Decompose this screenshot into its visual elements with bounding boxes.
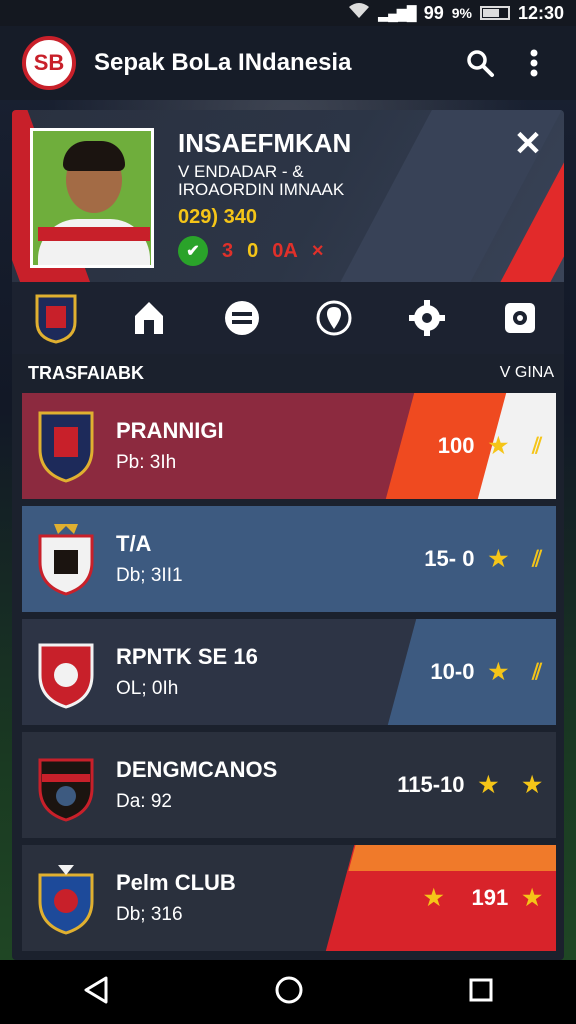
club-crest-icon [38,411,94,483]
club-crest-icon [38,758,94,822]
club-score: 10-0 [430,659,475,684]
crest-icon [35,294,77,344]
player-stats: ✔ 3 0 0A × [178,236,324,266]
action-icon-row [12,282,564,354]
star-icon: ★ [488,546,509,571]
list-tab[interactable] [216,292,268,344]
club-score: 191 [471,885,509,910]
boost-icon: ⫽ [532,659,542,684]
home-circle-icon [275,976,303,1003]
stat-yellow: 0 [247,239,259,262]
more-vert-icon [530,49,538,77]
overflow-menu-button[interactable] [514,43,554,83]
camera-tab[interactable] [494,292,546,344]
close-icon: ✕ [513,125,543,163]
settings-tab[interactable] [401,292,453,344]
boost-icon: ⫽ [532,546,542,571]
search-button[interactable] [460,43,500,83]
home-button[interactable] [274,975,304,1010]
system-nav-bar [0,960,576,1024]
club-score: 100 [437,433,475,458]
camera-icon [504,303,535,333]
club-row[interactable]: DENGMCANOS Da: 92 115-10 ★ ★ [22,732,556,838]
app-logo-text: SB [33,50,65,75]
club-row[interactable]: RPNTK SE 16 OL; 0Ih 10-0 ★ ⫽ [22,619,556,725]
close-button[interactable]: ✕ [508,124,548,164]
list-icon [224,301,259,335]
club-crest-icon [38,865,94,935]
gear-icon [409,300,446,336]
club-row[interactable]: Pelm CLUB Db; 316 ★ 191 ★ [22,845,556,951]
club-crest-icon [38,524,94,596]
boost-icon: ⫽ [532,433,542,458]
club-row[interactable]: T/A Db; 3II1 15- 0 ★ ⫽ [22,506,556,612]
club-name: Pelm CLUB [116,870,236,895]
player-subtitle: V ENDADAR - & [178,162,304,181]
signal-value: 99 [423,2,444,23]
star-icon: ★ [423,885,444,910]
star-icon: ★ [478,772,499,797]
player-name: INSAEFMKAN [178,128,352,158]
status-bar: ▂▄▆█ 99 9% 12:30 [0,0,576,26]
club-subtitle: Da: 92 [116,791,172,812]
recents-button[interactable] [468,977,494,1008]
player-score: 029) 340 [178,206,257,228]
back-icon [84,976,108,1003]
player-photo [30,128,154,268]
stat-x: × [311,239,324,262]
battery-icon [479,6,510,20]
signal-icon: ▂▄▆█ [378,4,416,21]
search-icon [467,50,494,77]
app-title: Sepak BoLa INdanesia [94,49,352,76]
club-name: PRANNIGI [116,418,224,443]
recents-icon [469,978,493,1001]
star-icon: ★ [488,659,509,684]
club-subtitle: Db; 316 [116,904,183,925]
home-icon [134,302,163,334]
stat-code: 0A [272,239,298,262]
club-crest-icon [38,643,94,709]
wifi-icon [348,2,370,24]
club-subtitle: OL; 0Ih [116,678,179,699]
star-icon: ★ [522,772,542,797]
stat-red: 3 [222,239,234,262]
location-icon [316,300,352,336]
club-name: T/A [116,531,152,556]
club-panel: INSAEFMKAN V ENDADAR - & IROAORDIN IMNAA… [12,110,564,960]
club-name: DENGMCANOS [116,757,278,782]
location-tab[interactable] [308,292,360,344]
check-icon: ✔ [178,236,208,266]
section-title: TRASFAIABK [28,362,144,383]
app-logo: SB [22,36,76,90]
star-icon: ★ [522,885,542,910]
player-profile-card: INSAEFMKAN V ENDADAR - & IROAORDIN IMNAA… [12,110,564,282]
club-score: 115-10 [397,772,465,797]
battery-percent: 9% [451,5,472,21]
section-filter[interactable]: V GINA [500,364,554,382]
back-button[interactable] [82,975,110,1010]
club-list: PRANNIGI Pb: 3Ih 100 ★ ⫽ T/A Db; 3II1 15… [22,393,556,958]
clock: 12:30 [517,2,564,23]
club-score: 15- 0 [424,546,475,571]
section-header: TRASFAIABK V GINA [12,354,564,392]
club-crest-tab[interactable] [30,292,82,344]
player-subtitle-2: IROAORDIN IMNAAK [178,180,345,199]
app-bar: SB Sepak BoLa INdanesia [0,26,576,100]
home-tab[interactable] [123,292,175,344]
club-subtitle: Db; 3II1 [116,565,183,586]
club-row[interactable]: PRANNIGI Pb: 3Ih 100 ★ ⫽ [22,393,556,499]
club-name: RPNTK SE 16 [116,644,258,669]
club-subtitle: Pb: 3Ih [116,452,177,473]
star-icon: ★ [488,433,509,458]
